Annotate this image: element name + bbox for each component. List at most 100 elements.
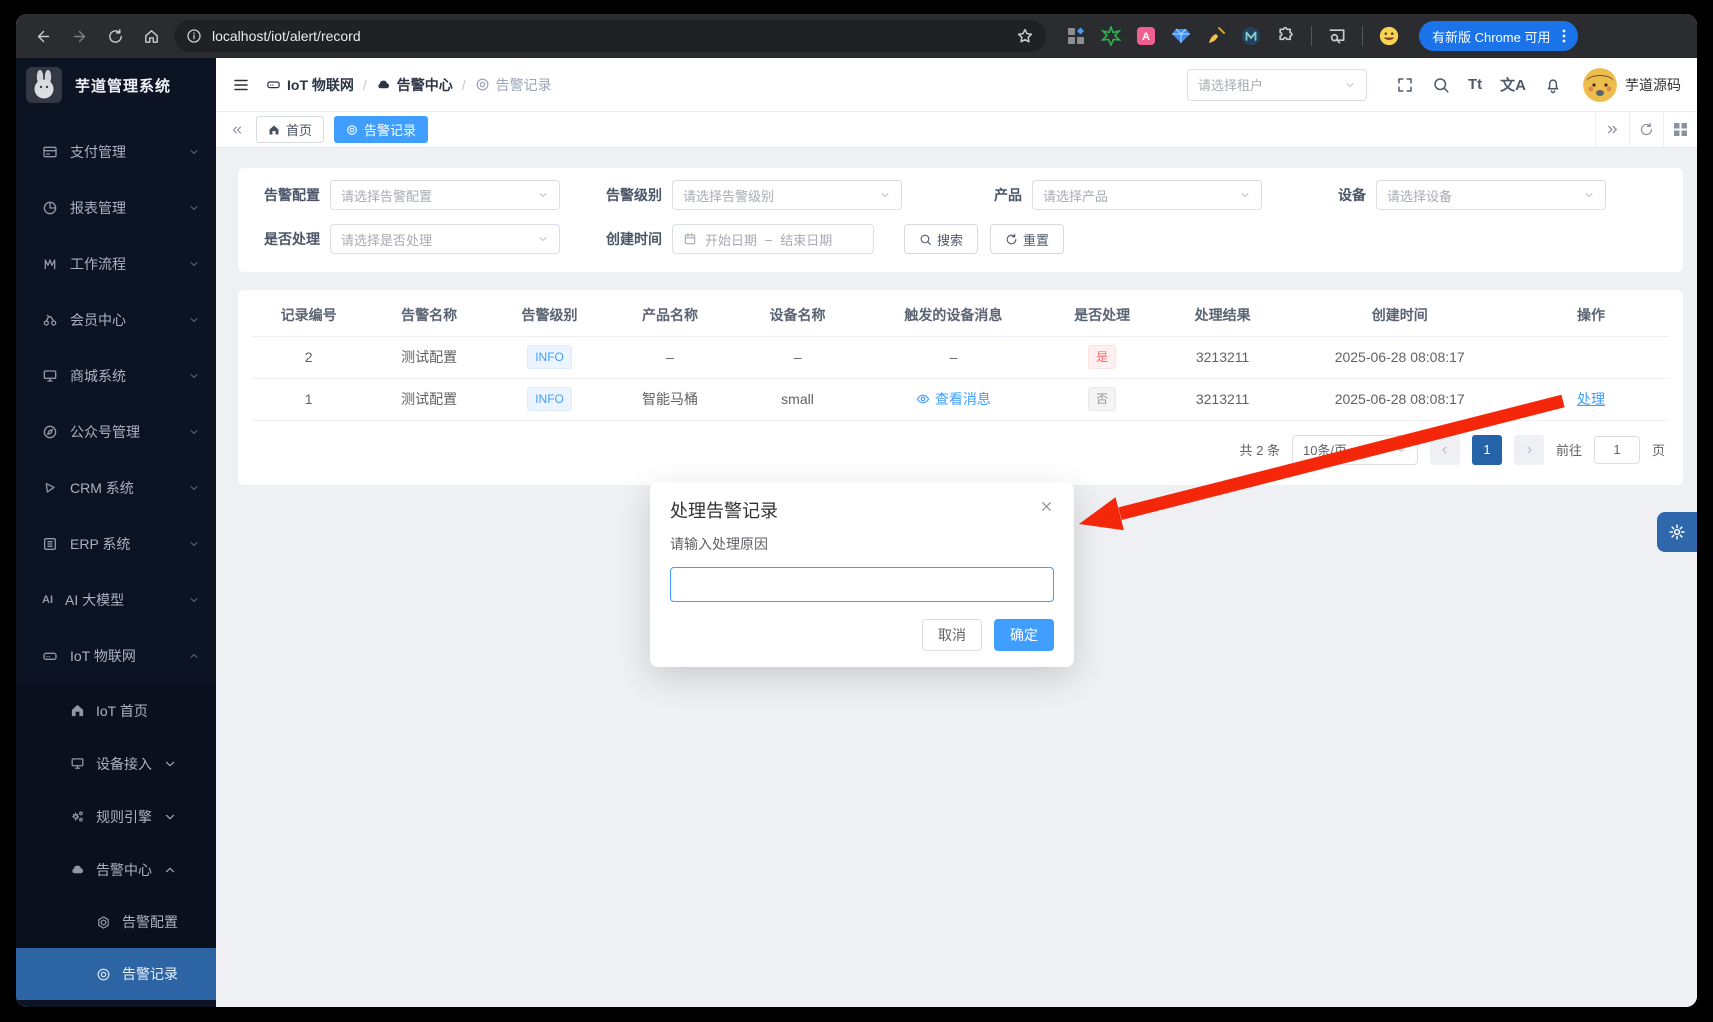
sidebar-item-erp[interactable]: ERP 系统: [16, 516, 216, 572]
breadcrumb-label: 告警记录: [496, 75, 552, 95]
page-size-select[interactable]: 10条/页: [1292, 435, 1418, 465]
tenant-select[interactable]: 请选择租户: [1187, 69, 1367, 101]
collapse-menu-icon[interactable]: [232, 76, 250, 94]
sidebar-item-iot[interactable]: IoT 物联网: [16, 628, 216, 684]
notification-bell-icon[interactable]: [1544, 76, 1562, 94]
cell-device: small: [734, 378, 862, 420]
search-button-label: 搜索: [937, 230, 963, 249]
sidebar-item-device-access[interactable]: 设备接入: [16, 737, 216, 790]
alert-config-select[interactable]: 请选择告警配置: [330, 180, 560, 210]
url-text[interactable]: localhost/iot/alert/record: [212, 28, 361, 44]
create-time-range-picker[interactable]: 开始日期 – 结束日期: [672, 224, 874, 254]
sidebar-item-alert-center[interactable]: 告警中心: [16, 843, 216, 896]
user-avatar[interactable]: [1583, 68, 1617, 102]
chevron-up-icon: [188, 650, 200, 662]
tabs-scroll-left-icon[interactable]: [230, 123, 244, 137]
column-header: 告警级别: [493, 294, 606, 336]
extension-gem-icon[interactable]: [1171, 26, 1191, 46]
confirm-button[interactable]: 确定: [994, 619, 1054, 651]
breadcrumb-item-iot[interactable]: IoT 物联网: [266, 75, 354, 95]
tabs-scroll-right-icon[interactable]: [1595, 112, 1629, 148]
sidebar-item-mall[interactable]: 商城系统: [16, 348, 216, 404]
mall-monitor-icon: [42, 368, 58, 384]
sidebar-item-report[interactable]: 报表管理: [16, 180, 216, 236]
reset-button[interactable]: 重置: [990, 224, 1064, 254]
extension-m-icon[interactable]: [1241, 26, 1261, 46]
sidebar-item-alert-record[interactable]: 告警记录: [16, 948, 216, 1000]
locale-icon[interactable]: 文A: [1500, 74, 1526, 95]
sidebar-item-rule-engine[interactable]: 规则引擎: [16, 790, 216, 843]
back-icon[interactable]: [28, 21, 58, 51]
sidebar-item-official-account[interactable]: 公众号管理: [16, 404, 216, 460]
bookmark-star-icon[interactable]: [1016, 27, 1034, 45]
font-size-icon[interactable]: Tt: [1468, 76, 1482, 93]
layout-grid-icon[interactable]: [1663, 112, 1697, 148]
chevron-down-icon: [537, 233, 549, 245]
sidebar-item-crm[interactable]: CRM 系统: [16, 460, 216, 516]
handled-select[interactable]: 请选择是否处理: [330, 224, 560, 254]
tab-home[interactable]: 首页: [256, 116, 324, 143]
sidebar-item-label: 告警配置: [122, 912, 178, 932]
site-info-icon[interactable]: [186, 28, 202, 44]
chevron-down-icon: [1344, 79, 1356, 91]
goto-page-input[interactable]: [1594, 436, 1640, 464]
chrome-menu-icon[interactable]: [1556, 28, 1572, 44]
chevron-down-icon: [188, 314, 200, 326]
extension-translate-icon[interactable]: A: [1136, 26, 1156, 46]
extension-star-icon[interactable]: [1101, 26, 1121, 46]
extension-grid-icon[interactable]: [1066, 26, 1086, 46]
pagination: 共 2 条 10条/页 1 前往 页: [252, 435, 1669, 465]
alert-level-select[interactable]: 请选择告警级别: [672, 180, 902, 210]
theme-settings-button[interactable]: [1657, 512, 1697, 552]
column-header: 处理结果: [1159, 294, 1287, 336]
breadcrumb-item-alert-center[interactable]: 告警中心: [376, 75, 453, 95]
sidebar-item-workflow[interactable]: 工作流程: [16, 236, 216, 292]
sidebar-item-label: 报表管理: [70, 198, 126, 218]
breadcrumb-label: IoT 物联网: [287, 75, 354, 95]
next-page-button[interactable]: [1514, 435, 1544, 465]
cloud-icon: [376, 77, 391, 92]
device-select[interactable]: 请选择设备: [1376, 180, 1606, 210]
date-start-placeholder: 开始日期: [705, 230, 757, 249]
chevron-down-icon: [188, 202, 200, 214]
gears-icon: [70, 809, 85, 824]
reload-icon[interactable]: [100, 21, 130, 51]
sidebar-item-label: AI 大模型: [65, 590, 124, 610]
home-icon[interactable]: [136, 21, 166, 51]
product-select[interactable]: 请选择产品: [1032, 180, 1262, 210]
date-separator: –: [765, 232, 772, 247]
column-header: 记录编号: [252, 294, 365, 336]
sidebar-item-member[interactable]: 会员中心: [16, 292, 216, 348]
close-icon[interactable]: [1039, 499, 1054, 514]
sidebar-item-iot-home[interactable]: IoT 首页: [16, 684, 216, 737]
profile-emoji-icon[interactable]: [1378, 25, 1400, 47]
sidebar-item-payment[interactable]: 支付管理: [16, 124, 216, 180]
sidebar-item-ai[interactable]: AI AI 大模型: [16, 572, 216, 628]
prev-page-button[interactable]: [1430, 435, 1460, 465]
refresh-page-icon[interactable]: [1629, 112, 1663, 148]
extensions-puzzle-icon[interactable]: [1276, 26, 1296, 46]
current-page-button[interactable]: 1: [1472, 435, 1502, 465]
cell-message: –: [861, 336, 1045, 378]
search-button[interactable]: 搜索: [904, 224, 978, 254]
tab-label: 告警记录: [364, 120, 416, 139]
sidebar-item-label: ERP 系统: [70, 534, 130, 554]
sidebar-item-label: IoT 物联网: [70, 646, 136, 666]
chrome-update-button[interactable]: 有新版 Chrome 可用: [1419, 21, 1578, 51]
app-logo[interactable]: 芋道管理系统: [16, 58, 216, 112]
fullscreen-icon[interactable]: [1396, 76, 1414, 94]
handle-link[interactable]: 处理: [1577, 389, 1605, 409]
sidebar-item-label: 规则引擎: [96, 807, 152, 827]
address-bar[interactable]: localhost/iot/alert/record: [174, 20, 1046, 52]
username[interactable]: 芋道源码: [1625, 75, 1681, 95]
forward-icon[interactable]: [64, 21, 94, 51]
handle-reason-input[interactable]: [670, 567, 1054, 602]
extension-broom-icon[interactable]: [1206, 26, 1226, 46]
search-icon[interactable]: [1432, 76, 1450, 94]
sidebar-item-alert-config[interactable]: 告警配置: [16, 896, 216, 948]
view-message-link[interactable]: 查看消息: [916, 389, 991, 409]
chevron-down-icon: [188, 482, 200, 494]
cancel-button[interactable]: 取消: [922, 619, 982, 651]
tab-alert-record[interactable]: 告警记录: [334, 116, 428, 143]
inspect-page-icon[interactable]: [1327, 26, 1347, 46]
